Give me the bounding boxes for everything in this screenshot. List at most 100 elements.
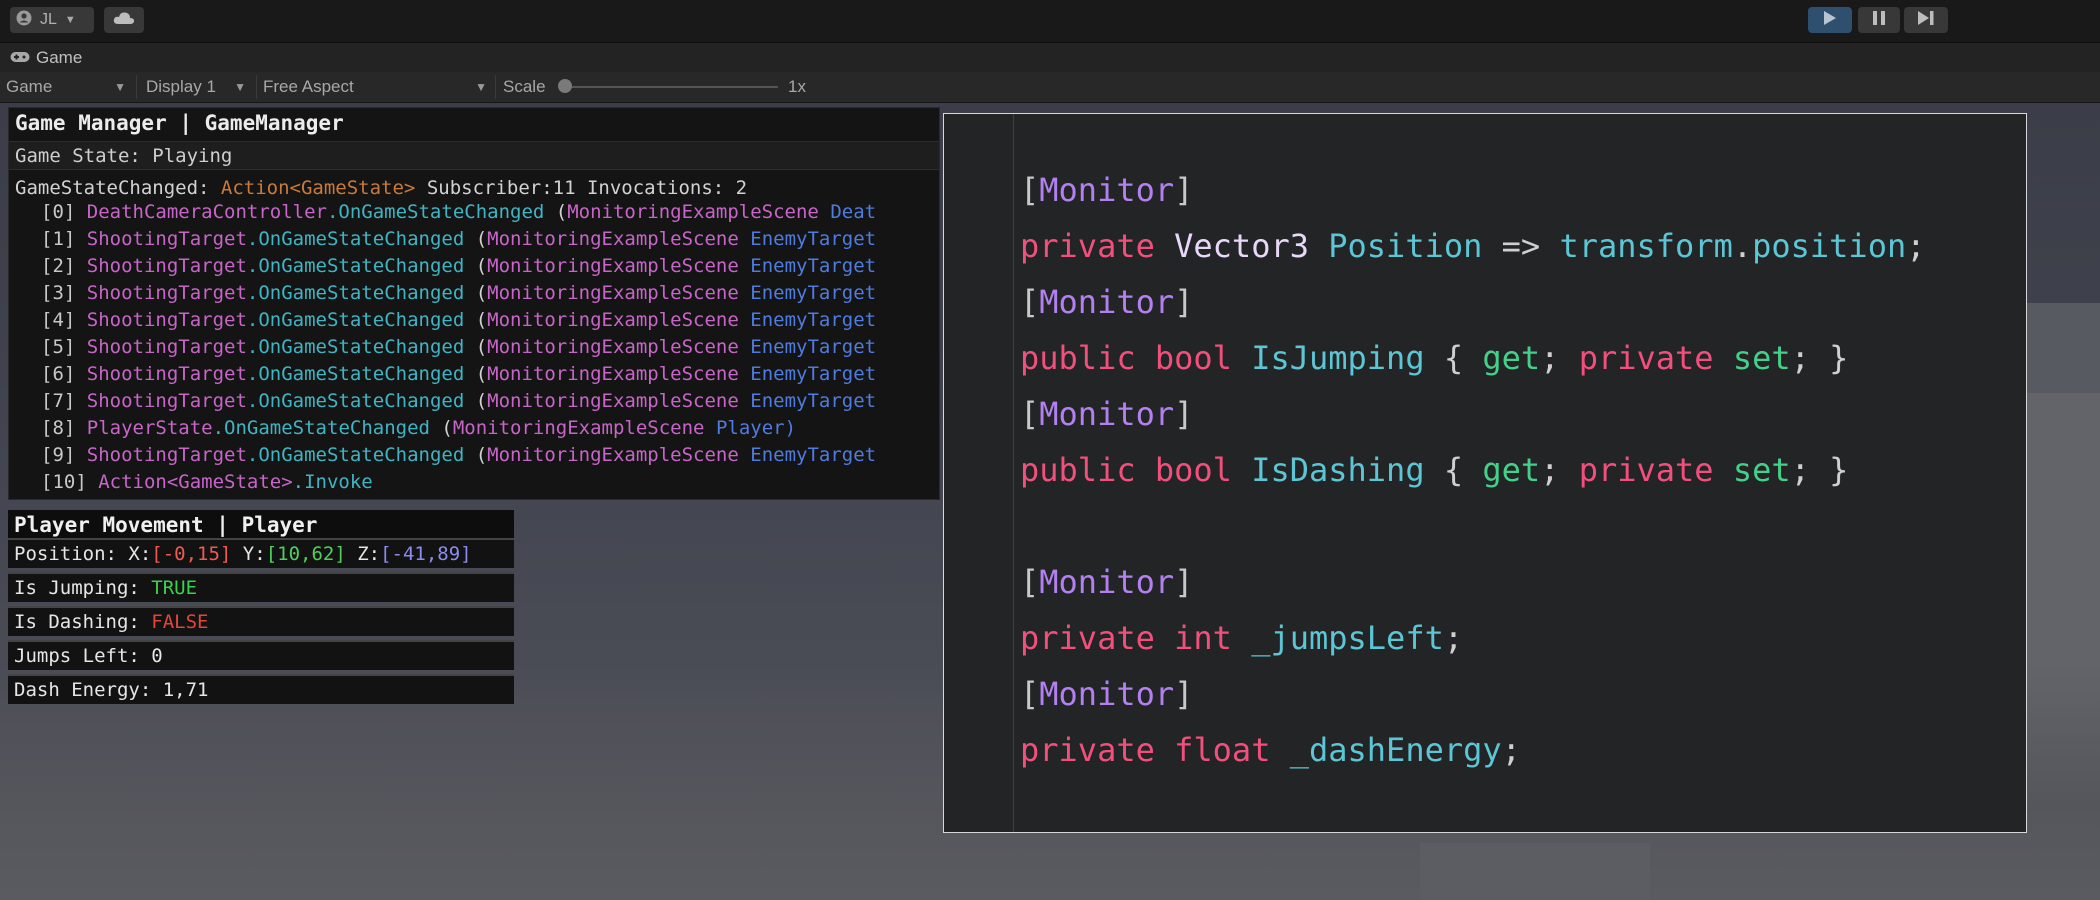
- invocation-index: [9]: [41, 444, 87, 466]
- invocation-object: Player): [715, 417, 797, 439]
- dash-energy-text: Dash Energy: 1,71: [14, 679, 209, 701]
- invocation-type: DeathCameraController: [86, 201, 327, 223]
- tab-game-label: Game: [36, 48, 83, 67]
- event-stats: Subscriber:11 Invocations: 2: [415, 177, 748, 199]
- code-line-8: private int _jumpsLeft;: [1020, 619, 1463, 657]
- semicolon: ;: [1540, 339, 1579, 377]
- invocation-type: ShootingTarget: [86, 228, 247, 250]
- invocation-object: Deat: [830, 201, 877, 223]
- invocation-object: EnemyTarget: [750, 390, 877, 412]
- invocation-method: .OnGameStateChanged: [246, 309, 465, 331]
- position-z-label: Z:: [345, 543, 381, 565]
- display-dropdown[interactable]: Display 1 ▼: [146, 75, 254, 99]
- keyword: private: [1020, 227, 1175, 265]
- aspect-dropdown[interactable]: Free Aspect ▼: [263, 75, 495, 99]
- position-y-label: Y:: [231, 543, 266, 565]
- invocation-row: [3] ShootingTarget.OnGameStateChanged (M…: [41, 282, 876, 304]
- brace: {: [1424, 451, 1483, 489]
- keyword: private: [1020, 731, 1175, 769]
- position-row: Position: X:[-0,15] Y:[10,62] Z:[-41,89]: [8, 538, 514, 568]
- scale-label-text: Scale: [503, 77, 546, 96]
- invocation-row: [1] ShootingTarget.OnGameStateChanged (M…: [41, 228, 876, 250]
- cloud-button[interactable]: [104, 7, 144, 33]
- keyword: public: [1020, 451, 1155, 489]
- bracket: ]: [1174, 283, 1194, 321]
- code-line-3: [Monitor]: [1020, 283, 1193, 321]
- caret-down-icon: ▼: [234, 80, 246, 94]
- brace: ; }: [1790, 339, 1849, 377]
- dash-energy-row: Dash Energy: 1,71: [8, 674, 514, 704]
- invocation-row: [7] ShootingTarget.OnGameStateChanged (M…: [41, 390, 876, 412]
- tab-game[interactable]: Game: [10, 48, 82, 68]
- code-line-4: public bool IsJumping { get; private set…: [1020, 339, 1848, 377]
- scale-slider-thumb[interactable]: [558, 79, 572, 93]
- operator: =>: [1482, 227, 1560, 265]
- invocation-object: EnemyTarget: [750, 336, 877, 358]
- invocation-paren: (: [464, 228, 488, 250]
- position-x: [-0,15]: [151, 543, 232, 565]
- invocation-type: PlayerState: [86, 417, 213, 439]
- invocation-method: .OnGameStateChanged: [246, 444, 465, 466]
- game-manager-monitor: Game Manager | GameManager Game State: P…: [8, 107, 940, 500]
- identifier: IsDashing: [1251, 451, 1425, 489]
- invocation-method: .OnGameStateChanged: [246, 336, 465, 358]
- is-dashing-row: Is Dashing: FALSE: [8, 606, 514, 636]
- bracket: ]: [1174, 675, 1194, 713]
- brace: ; }: [1790, 451, 1849, 489]
- scale-slider-track[interactable]: [566, 86, 778, 88]
- invocation-object: EnemyTarget: [750, 444, 877, 466]
- invocation-row: [8] PlayerState.OnGameStateChanged (Moni…: [41, 417, 796, 439]
- brace: {: [1424, 339, 1483, 377]
- attribute: Monitor: [1039, 171, 1175, 209]
- jumps-left-text: Jumps Left: 0: [14, 645, 163, 667]
- semicolon: ;: [1443, 619, 1464, 657]
- keyword: float: [1174, 731, 1290, 769]
- invocation-index: [7]: [41, 390, 87, 412]
- event-header: GameStateChanged: Action<GameState> Subs…: [15, 177, 747, 199]
- pause-button[interactable]: [1858, 7, 1900, 33]
- invocation-object: EnemyTarget: [750, 363, 877, 385]
- player-movement-monitor: Player Movement | Player Position: X:[-0…: [8, 510, 514, 706]
- code-line-10: private float _dashEnergy;: [1020, 731, 1521, 769]
- code-line-6: public bool IsDashing { get; private set…: [1020, 451, 1848, 489]
- is-dashing-value: FALSE: [151, 611, 209, 633]
- bracket: [: [1020, 563, 1040, 601]
- invocation-paren: (: [464, 282, 488, 304]
- invocation-index: [2]: [41, 255, 87, 277]
- code-line-5: [Monitor]: [1020, 395, 1193, 433]
- invocation-row: [0] DeathCameraController.OnGameStateCha…: [41, 201, 876, 223]
- cloud-icon: [113, 10, 135, 30]
- invocation-scene: MonitoringExampleScene: [487, 255, 751, 277]
- scene-block-bottom: [1420, 843, 1650, 900]
- invocation-index: [10]: [41, 471, 99, 493]
- user-avatar-icon: [16, 10, 32, 31]
- invocation-scene: MonitoringExampleScene: [567, 201, 831, 223]
- invocation-type: ShootingTarget: [86, 444, 247, 466]
- step-button[interactable]: [1904, 7, 1948, 33]
- bracket: [: [1020, 171, 1040, 209]
- identifier: transform: [1559, 227, 1733, 265]
- code-line-2: private Vector3 Position => transform.po…: [1020, 227, 1925, 265]
- position-label: Position: X:: [14, 543, 152, 565]
- attribute: Monitor: [1039, 283, 1175, 321]
- invocation-object: EnemyTarget: [750, 255, 877, 277]
- invocation-row: [10] Action<GameState>.Invoke: [41, 471, 373, 493]
- view-dropdown[interactable]: Game ▼: [6, 75, 134, 99]
- invocation-paren: (: [464, 336, 488, 358]
- invocation-scene: MonitoringExampleScene: [487, 363, 751, 385]
- accessor: set: [1732, 451, 1791, 489]
- identifier: _jumpsLeft: [1251, 619, 1444, 657]
- invocation-object: EnemyTarget: [750, 228, 877, 250]
- play-button[interactable]: [1808, 7, 1852, 33]
- invocation-paren: (: [464, 363, 488, 385]
- step-icon: [1917, 10, 1935, 31]
- invocation-scene: MonitoringExampleScene: [487, 282, 751, 304]
- semicolon: ;: [1540, 451, 1579, 489]
- account-dropdown[interactable]: JL ▼: [10, 7, 94, 33]
- invocation-index: [4]: [41, 309, 87, 331]
- invocation-type: ShootingTarget: [86, 255, 247, 277]
- invocation-row: [4] ShootingTarget.OnGameStateChanged (M…: [41, 309, 876, 331]
- invocation-method: .OnGameStateChanged: [246, 255, 465, 277]
- invocation-scene: MonitoringExampleScene: [487, 228, 751, 250]
- invocation-type: ShootingTarget: [86, 363, 247, 385]
